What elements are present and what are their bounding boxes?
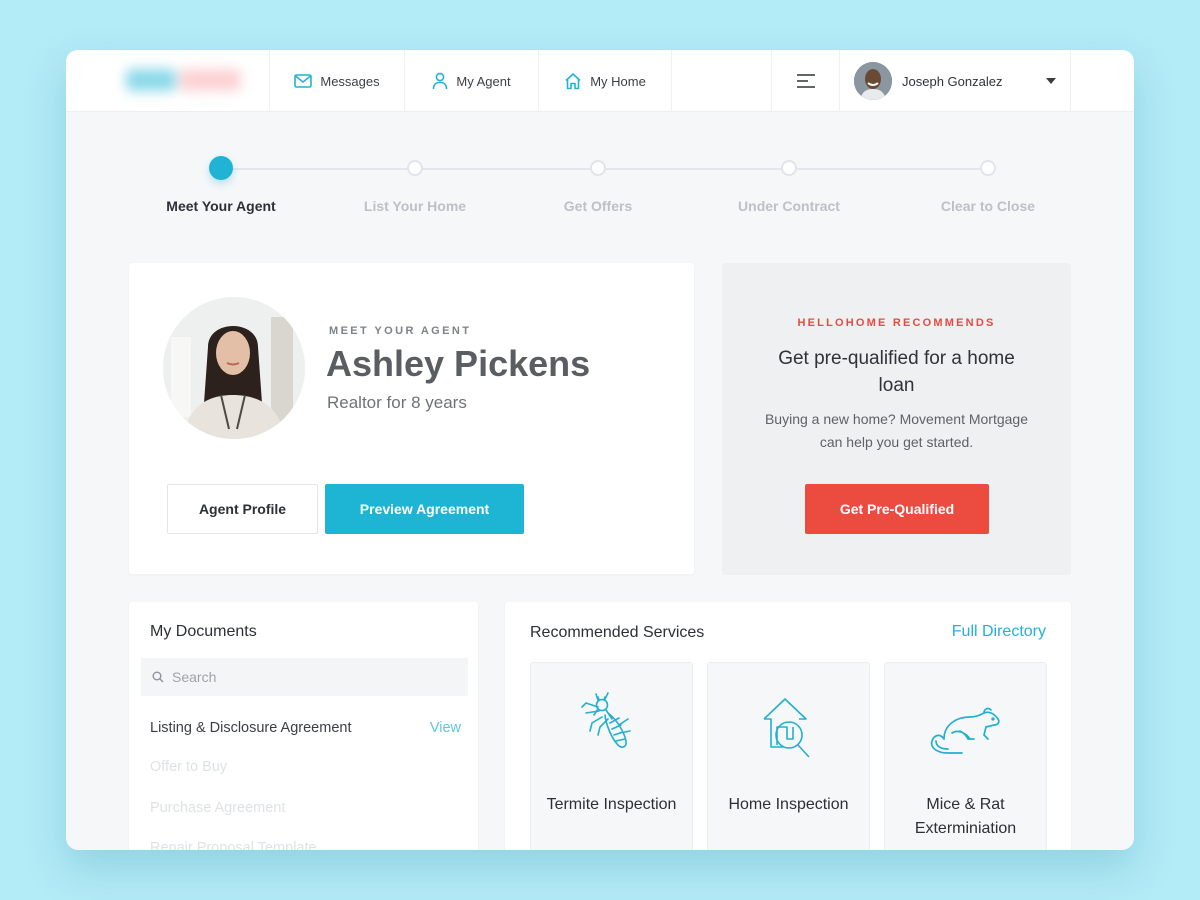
home-icon: [565, 73, 581, 90]
user-menu[interactable]: Joseph Gonzalez: [840, 50, 1071, 112]
nav-my-agent[interactable]: My Agent: [405, 50, 539, 112]
document-name: Purchase Agreement: [150, 800, 286, 816]
step-list-your-home[interactable]: List Your Home: [335, 150, 495, 214]
documents-title: My Documents: [150, 623, 257, 640]
view-document-link[interactable]: View: [430, 720, 461, 736]
services-title: Recommended Services: [530, 624, 705, 641]
user-icon: [433, 72, 448, 90]
documents-card: My Documents Search Listing & Disclosure…: [129, 602, 478, 850]
step-dot: [407, 160, 423, 176]
step-label: Get Offers: [563, 198, 633, 214]
get-pre-qualified-button[interactable]: Get Pre-Qualified: [805, 484, 989, 534]
nav-spacer: [672, 50, 772, 112]
search-icon: [152, 671, 164, 683]
menu-button[interactable]: [772, 50, 840, 112]
nav-messages-label: Messages: [320, 73, 380, 89]
agent-name: Ashley Pickens: [326, 343, 591, 384]
termite-icon: [581, 692, 631, 748]
user-avatar: [854, 62, 892, 100]
documents-search-input[interactable]: Search: [141, 658, 468, 696]
agent-eyebrow: MEET YOUR AGENT: [329, 325, 472, 337]
document-name: Offer to Buy: [150, 759, 228, 775]
step-label: Under Contract: [738, 198, 840, 214]
promo-card: HELLOHOME RECOMMENDS Get pre-qualified f…: [722, 263, 1071, 575]
service-label: Termite Inspection: [546, 796, 677, 813]
nav-my-home-label: My Home: [590, 73, 646, 89]
caret-down-icon: [1046, 78, 1056, 84]
document-name: Repair Proposal Template: [150, 840, 317, 850]
nav-my-home[interactable]: My Home: [539, 50, 672, 112]
nav-my-agent-label: My Agent: [456, 73, 511, 89]
step-clear-to-close[interactable]: Clear to Close: [908, 150, 1068, 214]
logo-mark: [126, 69, 241, 91]
service-label: Home Inspection: [728, 796, 849, 813]
agent-subtitle: Realtor for 8 years: [327, 393, 467, 412]
step-dot: [590, 160, 606, 176]
promo-title: Get pre-qualified for a home loan: [778, 348, 1015, 396]
promo-text: Buying a new home? Movement Mortgage can…: [764, 411, 1029, 450]
document-row: Repair Proposal Template: [150, 840, 461, 850]
service-tile-termite[interactable]: Termite Inspection: [530, 662, 693, 850]
step-label: Meet Your Agent: [166, 198, 276, 214]
step-dot: [781, 160, 797, 176]
service-label: Mice & Rat Exterminiation: [914, 796, 1017, 837]
document-row: Purchase Agreement: [150, 800, 461, 816]
search-placeholder: Search: [172, 669, 217, 685]
user-name: Joseph Gonzalez: [902, 73, 1003, 89]
step-under-contract[interactable]: Under Contract: [709, 150, 869, 214]
agent-profile-button[interactable]: Agent Profile: [167, 484, 318, 534]
step-meet-your-agent[interactable]: Meet Your Agent: [141, 150, 301, 214]
step-dot: [980, 160, 996, 176]
full-directory-link[interactable]: Full Directory: [952, 623, 1046, 641]
preview-agreement-button[interactable]: Preview Agreement: [325, 484, 524, 534]
logo[interactable]: [66, 50, 270, 112]
step-label: Clear to Close: [940, 198, 1036, 214]
document-row: Offer to Buy: [150, 759, 461, 775]
step-get-offers[interactable]: Get Offers: [518, 150, 678, 214]
progress-stepper: Meet Your Agent List Your Home Get Offer…: [66, 150, 1134, 230]
envelope-icon: [294, 74, 313, 88]
agent-photo: [163, 297, 305, 439]
hamburger-menu-icon: [796, 74, 815, 88]
service-tile-home-inspection[interactable]: Home Inspection: [707, 662, 870, 850]
document-name: Listing & Disclosure Agreement: [150, 720, 352, 736]
rat-icon: [930, 707, 1000, 754]
service-tile-rat-extermination[interactable]: Mice & Rat Exterminiation: [884, 662, 1047, 850]
nav-messages[interactable]: Messages: [270, 50, 405, 112]
promo-eyebrow: HELLOHOME RECOMMENDS: [797, 317, 996, 329]
home-inspection-icon: [763, 698, 810, 758]
services-card: Recommended Services Full Directory Term…: [505, 602, 1071, 850]
top-navigation: Messages My Agent My Home Joseph Gonzale…: [66, 50, 1134, 112]
step-dot: [209, 156, 233, 180]
step-label: List Your Home: [363, 198, 467, 214]
document-row: Listing & Disclosure Agreement View: [150, 720, 461, 736]
app-window: Messages My Agent My Home Joseph Gonzale…: [66, 50, 1134, 850]
agent-card: MEET YOUR AGENT Ashley Pickens Realtor f…: [129, 263, 694, 574]
